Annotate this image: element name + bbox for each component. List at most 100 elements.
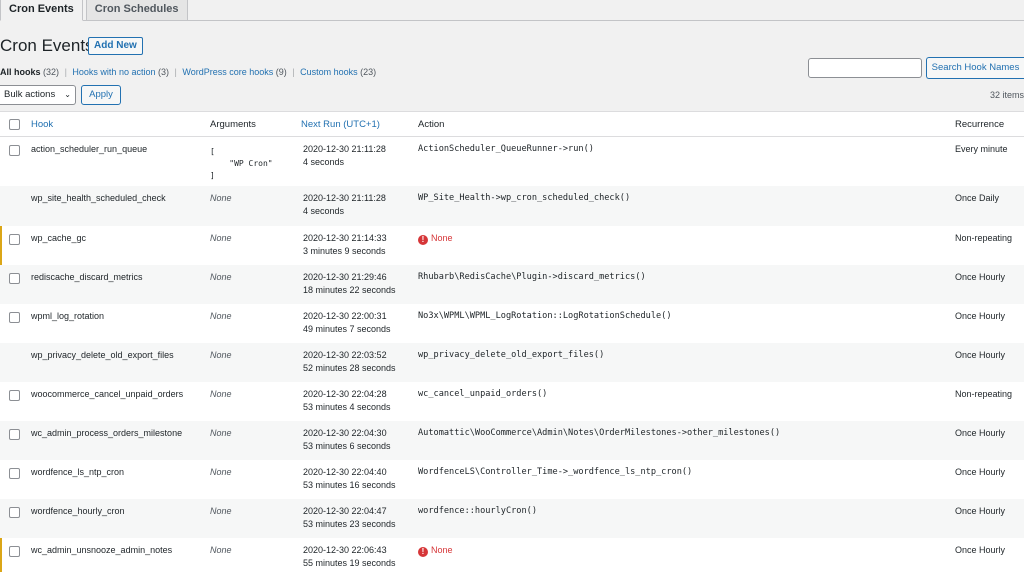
next-run-datetime: 2020-12-30 22:04:47 — [303, 506, 387, 516]
arguments-value: None — [210, 467, 232, 477]
recurrence-value: Once Hourly — [955, 272, 1006, 282]
hook-name[interactable]: rediscache_discard_metrics — [31, 271, 143, 284]
action-callback: wordfence::hourlyCron() — [418, 506, 537, 516]
select-all-checkbox[interactable] — [9, 119, 20, 130]
hook-filters: All hooks (32) | Hooks with no action (3… — [0, 67, 376, 78]
warning-icon: ! — [418, 547, 428, 557]
table-row: wordfence_hourly_cron None 2020-12-30 22:0… — [0, 499, 1024, 538]
tab-cron-events[interactable]: Cron Events — [0, 0, 83, 21]
recurrence-value: Once Hourly — [955, 311, 1006, 321]
row-checkbox[interactable] — [9, 234, 20, 245]
table-row: wordfence_ls_ntp_cron None 2020-12-30 22:0… — [0, 460, 1024, 499]
recurrence-value: Non-repeating — [955, 389, 1013, 399]
next-run-relative: 53 minutes 6 seconds — [303, 441, 391, 451]
row-checkbox[interactable] — [9, 546, 20, 557]
arguments-value: None — [210, 350, 232, 360]
tab-bar: Cron Events Cron Schedules — [0, 0, 191, 21]
filter-custom-hooks[interactable]: Custom hooks — [300, 67, 358, 77]
row-checkbox[interactable] — [9, 507, 20, 518]
next-run-datetime: 2020-12-30 22:04:30 — [303, 428, 387, 438]
add-new-button[interactable]: Add New — [88, 37, 143, 55]
arguments-value: None — [210, 272, 232, 282]
column-next-run[interactable]: Next Run (UTC+1) — [301, 119, 380, 131]
action-callback: Rhubarb\RedisCache\Plugin->discard_metri… — [418, 272, 646, 282]
apply-button[interactable]: Apply — [81, 85, 121, 105]
column-arguments: Arguments — [210, 119, 256, 130]
next-run-datetime: 2020-12-30 22:00:31 — [303, 311, 387, 321]
filter-core-hooks[interactable]: WordPress core hooks — [182, 67, 273, 77]
chevron-down-icon: ⌄ — [64, 90, 71, 99]
next-run-datetime: 2020-12-30 21:11:28 — [303, 193, 386, 203]
row-checkbox[interactable] — [9, 273, 20, 284]
page-title: Cron Events — [0, 36, 94, 55]
table-row: wpml_log_rotation None 2020-12-30 22:00:31… — [0, 304, 1024, 343]
next-run-relative: 4 seconds — [303, 206, 345, 216]
filter-count: (3) — [157, 67, 169, 77]
filter-count: (9) — [275, 67, 287, 77]
recurrence-value: Every minute — [955, 144, 1008, 154]
next-run-datetime: 2020-12-30 21:14:33 — [303, 233, 387, 243]
hook-name[interactable]: wordfence_hourly_cron — [31, 505, 125, 518]
bulk-actions-select[interactable]: Bulk actions ⌄ — [0, 85, 76, 105]
action-callback: ActionScheduler_QueueRunner->run() — [418, 144, 594, 154]
table-header: Hook Arguments Next Run (UTC+1) Action R… — [0, 112, 1024, 137]
filter-separator: | — [64, 67, 67, 77]
action-callback: Automattic\WooCommerce\Admin\Notes\Order… — [418, 428, 781, 438]
filter-all-hooks[interactable]: All hooks — [0, 67, 41, 77]
table-row: wp_cache_gc None 2020-12-30 21:14:33 3 minu… — [0, 226, 1024, 265]
next-run-datetime: 2020-12-30 22:03:52 — [303, 350, 387, 360]
table-row: woocommerce_cancel_unpaid_orders None 2020… — [0, 382, 1024, 421]
action-missing: ! None — [418, 544, 453, 557]
filter-no-action[interactable]: Hooks with no action — [72, 67, 155, 77]
hook-name[interactable]: action_scheduler_run_queue — [31, 143, 147, 156]
hook-name[interactable]: woocommerce_cancel_unpaid_orders — [31, 388, 183, 401]
next-run-relative: 18 minutes 22 seconds — [303, 285, 396, 295]
row-checkbox[interactable] — [9, 145, 20, 156]
arguments-value: None — [210, 545, 232, 555]
hook-name[interactable]: wc_admin_process_orders_milestone — [31, 427, 182, 440]
hook-name[interactable]: wp_privacy_delete_old_export_files — [31, 349, 174, 362]
row-checkbox[interactable] — [9, 429, 20, 440]
next-run-datetime: 2020-12-30 22:04:40 — [303, 467, 387, 477]
row-checkbox[interactable] — [9, 390, 20, 401]
arguments-value: None — [210, 389, 232, 399]
hook-name[interactable]: wp_site_health_scheduled_check — [31, 192, 166, 205]
next-run-relative: 4 seconds — [303, 157, 345, 167]
action-callback: wc_cancel_unpaid_orders() — [418, 389, 548, 399]
row-checkbox[interactable] — [9, 312, 20, 323]
table-row: wp_site_health_scheduled_check None 2020-1… — [0, 186, 1024, 226]
next-run-datetime: 2020-12-30 22:06:43 — [303, 545, 387, 555]
action-callback: wp_privacy_delete_old_export_files() — [418, 350, 605, 360]
hook-name[interactable]: wp_cache_gc — [31, 232, 86, 245]
row-checkbox[interactable] — [9, 468, 20, 479]
next-run-datetime: 2020-12-30 22:04:28 — [303, 389, 387, 399]
tab-cron-schedules[interactable]: Cron Schedules — [85, 0, 188, 21]
items-count: 32 items — [990, 90, 1024, 100]
table-row: wp_privacy_delete_old_export_files None 20… — [0, 343, 1024, 382]
hook-name[interactable]: wc_admin_unsnooze_admin_notes — [31, 544, 172, 557]
recurrence-value: Once Hourly — [955, 350, 1006, 360]
arguments-value: None — [210, 193, 232, 203]
action-none-label: None — [431, 545, 453, 555]
action-none-label: None — [431, 233, 453, 243]
table-row: wc_admin_unsnooze_admin_notes None 2020-12… — [0, 538, 1024, 572]
filter-separator: | — [174, 67, 177, 77]
next-run-relative: 53 minutes 4 seconds — [303, 402, 391, 412]
bulk-actions-label: Bulk actions — [4, 89, 56, 100]
hook-name[interactable]: wordfence_ls_ntp_cron — [31, 466, 124, 479]
next-run-relative: 53 minutes 16 seconds — [303, 480, 396, 490]
table-row: wc_admin_process_orders_milestone None 202… — [0, 421, 1024, 460]
recurrence-value: Once Hourly — [955, 506, 1006, 516]
recurrence-value: Once Hourly — [955, 545, 1006, 555]
arguments-value: None — [210, 506, 232, 516]
arguments-value: None — [210, 428, 232, 438]
filter-count: (23) — [360, 67, 377, 77]
column-hook[interactable]: Hook — [31, 119, 53, 131]
hook-name[interactable]: wpml_log_rotation — [31, 310, 104, 323]
action-callback: WP_Site_Health->wp_cron_scheduled_check(… — [418, 193, 631, 203]
recurrence-value: Non-repeating — [955, 233, 1013, 243]
recurrence-value: Once Hourly — [955, 467, 1006, 477]
search-hook-names-button[interactable]: Search Hook Names — [926, 57, 1024, 79]
search-input[interactable] — [808, 58, 922, 78]
next-run-relative: 49 minutes 7 seconds — [303, 324, 391, 334]
